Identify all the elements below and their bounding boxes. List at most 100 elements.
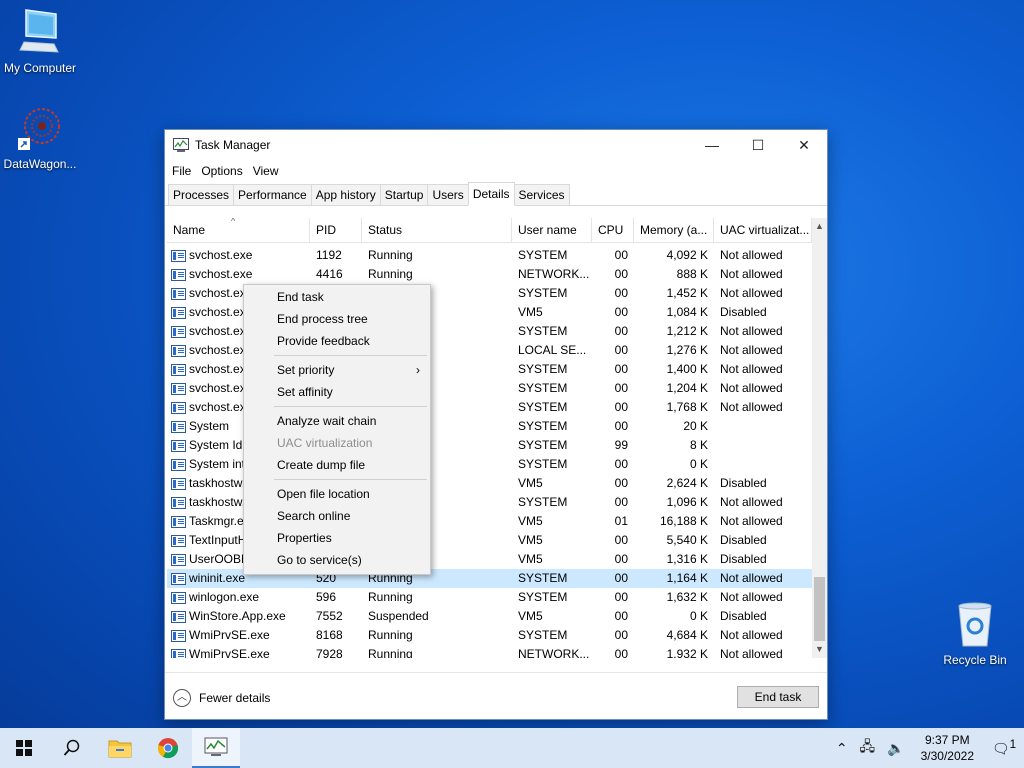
end-task-button[interactable]: End task bbox=[737, 686, 819, 708]
tab-users[interactable]: Users bbox=[427, 184, 469, 205]
network-icon[interactable]: 🖧 bbox=[854, 736, 882, 760]
memory-cell: 1,316 K bbox=[666, 552, 708, 566]
cpu-cell: 00 bbox=[614, 248, 628, 262]
chrome-button[interactable] bbox=[144, 728, 192, 768]
maximize-button[interactable]: ☐ bbox=[735, 130, 781, 160]
tab-details[interactable]: Details bbox=[467, 182, 515, 206]
chevron-up-icon: ︿ bbox=[173, 689, 191, 707]
chevron-right-icon: › bbox=[416, 363, 420, 377]
menu-view[interactable]: View bbox=[252, 164, 286, 178]
tab-processes[interactable]: Processes bbox=[168, 184, 235, 205]
context-menu-item-end-task[interactable]: End task bbox=[244, 286, 430, 308]
column-header-memory[interactable]: Memory (a... bbox=[634, 218, 714, 243]
scrollbar-thumb[interactable] bbox=[814, 577, 825, 641]
cpu-cell: 00 bbox=[614, 362, 628, 376]
context-menu-item-analyze-wait-chain[interactable]: Analyze wait chain bbox=[244, 410, 430, 432]
start-button[interactable] bbox=[0, 728, 48, 768]
table-row[interactable]: svchost.exe 4416 Running NETWORK... 00 888 K N… bbox=[167, 265, 812, 284]
table-row[interactable]: WinStore.App.exe 7552 Suspended VM5 00 0 K Dis… bbox=[167, 607, 812, 626]
cpu-cell: 00 bbox=[614, 419, 628, 433]
column-header-name[interactable]: ^ Name bbox=[167, 218, 310, 243]
notification-center-button[interactable]: 🗨1 bbox=[984, 738, 1024, 758]
process-icon bbox=[171, 401, 186, 414]
memory-cell: 20 K bbox=[683, 419, 708, 433]
memory-cell: 8 K bbox=[689, 438, 708, 452]
process-icon bbox=[171, 591, 186, 604]
window-footer: ︿ Fewer details End task bbox=[165, 672, 827, 720]
task-manager-taskbar-button[interactable] bbox=[192, 728, 240, 768]
column-header-uac[interactable]: UAC virtualizat... bbox=[714, 218, 812, 243]
tab-performance[interactable]: Performance bbox=[233, 184, 312, 205]
process-icon bbox=[171, 439, 186, 452]
context-menu-item-properties[interactable]: Properties bbox=[244, 527, 430, 549]
cpu-cell: 00 bbox=[614, 609, 628, 623]
cpu-cell: 00 bbox=[614, 552, 628, 566]
column-header-user-name[interactable]: User name bbox=[512, 218, 592, 243]
context-menu-item-set-priority[interactable]: Set priority › bbox=[244, 359, 430, 381]
user-name-cell: SYSTEM bbox=[518, 381, 568, 395]
scroll-down-icon[interactable]: ▼ bbox=[812, 641, 827, 658]
column-header-cpu[interactable]: CPU bbox=[592, 218, 634, 243]
desktop-icon-my-computer[interactable]: My Computer bbox=[0, 8, 80, 75]
column-header-status[interactable]: Status bbox=[362, 218, 512, 243]
desktop-icon-datawagon[interactable]: DataWagon... bbox=[0, 104, 80, 171]
memory-cell: 1,204 K bbox=[666, 381, 708, 395]
uac-cell: Not allowed bbox=[720, 362, 783, 376]
computer-icon bbox=[0, 8, 80, 59]
column-header-row: ^ Name PID Status User name CPU Memory (… bbox=[167, 218, 812, 243]
uac-cell bbox=[714, 455, 812, 474]
status-cell: Running bbox=[368, 647, 413, 658]
close-button[interactable]: ✕ bbox=[781, 130, 827, 160]
title-bar[interactable]: Task Manager — ☐ ✕ bbox=[165, 130, 827, 160]
menu-file[interactable]: File bbox=[171, 164, 198, 178]
uac-cell: Not allowed bbox=[720, 647, 783, 658]
user-name-cell: SYSTEM bbox=[518, 495, 568, 509]
process-icon bbox=[171, 477, 186, 490]
context-menu-item-open-file-location[interactable]: Open file location bbox=[244, 483, 430, 505]
menu-separator bbox=[274, 355, 427, 356]
desktop-icon-recycle-bin[interactable]: Recycle Bin bbox=[935, 600, 1015, 667]
user-name-cell: SYSTEM bbox=[518, 628, 568, 642]
table-row[interactable]: svchost.exe 1192 Running SYSTEM 00 4,092 K Not… bbox=[167, 246, 812, 265]
vertical-scrollbar[interactable]: ▲ ▼ bbox=[812, 218, 827, 658]
cpu-cell: 00 bbox=[614, 343, 628, 357]
file-explorer-button[interactable] bbox=[96, 728, 144, 768]
user-name-cell: SYSTEM bbox=[518, 419, 568, 433]
tab-startup[interactable]: Startup bbox=[379, 184, 429, 205]
tab-app-history[interactable]: App history bbox=[310, 184, 381, 205]
memory-cell: 1,164 K bbox=[666, 571, 708, 585]
process-icon bbox=[171, 420, 186, 433]
uac-cell: Disabled bbox=[720, 305, 767, 319]
search-button[interactable] bbox=[48, 728, 96, 768]
table-row[interactable]: winlogon.exe 596 Running SYSTEM 00 1,632 K Not… bbox=[167, 588, 812, 607]
system-tray: ⌃ 🖧 🔈 9:37 PM 3/30/2022 🗨1 bbox=[830, 728, 1024, 768]
user-name-cell: VM5 bbox=[518, 514, 543, 528]
scroll-up-icon[interactable]: ▲ bbox=[812, 218, 827, 235]
process-icon bbox=[171, 344, 186, 357]
clock[interactable]: 9:37 PM 3/30/2022 bbox=[911, 732, 984, 764]
context-menu-item-create-dump-file[interactable]: Create dump file bbox=[244, 454, 430, 476]
chevron-up-icon[interactable]: ⌃ bbox=[830, 740, 854, 757]
context-menu-item-set-affinity[interactable]: Set affinity bbox=[244, 381, 430, 403]
context-menu-item-provide-feedback[interactable]: Provide feedback bbox=[244, 330, 430, 352]
status-cell: Running bbox=[368, 248, 413, 262]
minimize-button[interactable]: — bbox=[689, 130, 735, 160]
fewer-details-link[interactable]: ︿ Fewer details bbox=[173, 689, 270, 707]
context-menu-item-end-process-tree[interactable]: End process tree bbox=[244, 308, 430, 330]
uac-cell bbox=[714, 436, 812, 455]
menu-options[interactable]: Options bbox=[200, 164, 249, 178]
table-row[interactable]: WmiPrvSE.exe 8168 Running SYSTEM 00 4,684 K No… bbox=[167, 626, 812, 645]
context-menu-item-go-to-service-s[interactable]: Go to service(s) bbox=[244, 549, 430, 571]
user-name-cell: VM5 bbox=[518, 476, 543, 490]
pid-cell: 7928 bbox=[316, 647, 343, 658]
context-menu-item-search-online[interactable]: Search online bbox=[244, 505, 430, 527]
tab-services[interactable]: Services bbox=[513, 184, 570, 205]
pid-cell: 596 bbox=[316, 590, 337, 604]
volume-icon[interactable]: 🔈 bbox=[881, 740, 910, 757]
column-header-pid[interactable]: PID bbox=[310, 218, 362, 243]
memory-cell: 4,092 K bbox=[666, 248, 708, 262]
table-row[interactable]: WmiPrvSE.exe 7928 Running NETWORK... 00 1,932… bbox=[167, 645, 812, 658]
user-name-cell: SYSTEM bbox=[518, 286, 568, 300]
memory-cell: 16,188 K bbox=[659, 514, 708, 528]
clock-date: 3/30/2022 bbox=[920, 749, 974, 763]
